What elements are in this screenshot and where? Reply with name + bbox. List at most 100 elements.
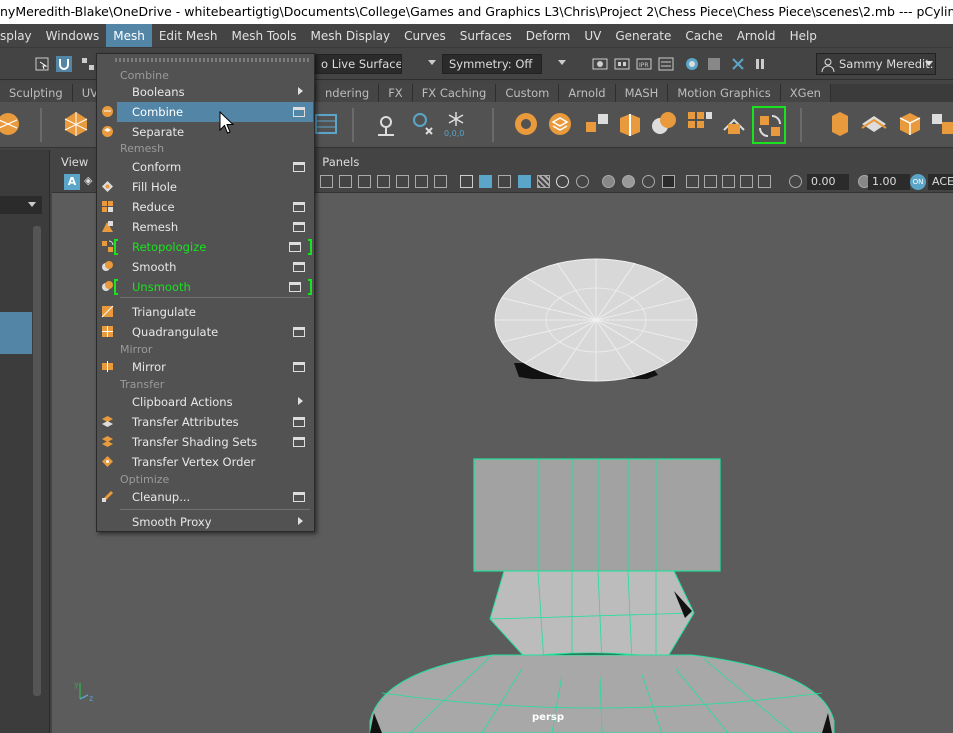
xray-components-icon[interactable] bbox=[740, 175, 753, 188]
menu-item-smooth-proxy[interactable]: Smooth Proxy bbox=[117, 512, 313, 532]
shelf-lasso-icon[interactable] bbox=[512, 110, 540, 138]
menu-mesh-display[interactable]: Mesh Display bbox=[303, 24, 397, 47]
textured-icon[interactable] bbox=[537, 175, 550, 188]
menu-deform[interactable]: Deform bbox=[519, 24, 578, 47]
option-box-icon[interactable] bbox=[293, 202, 305, 212]
shelf-combine-icon[interactable] bbox=[584, 110, 612, 138]
menu-item-cleanup[interactable]: Cleanup... bbox=[117, 487, 313, 507]
shelf-polyhedron-icon[interactable] bbox=[62, 110, 90, 138]
shadows-icon[interactable] bbox=[576, 175, 589, 188]
shelf-snowflake-icon[interactable]: 0,0,0 bbox=[442, 110, 470, 138]
shelf-uv-editor-icon[interactable] bbox=[312, 110, 340, 138]
viewport-menu-view[interactable]: View bbox=[61, 153, 88, 171]
shelf-center-pivot-icon[interactable] bbox=[372, 110, 400, 138]
shelf-sphere-icon[interactable] bbox=[0, 110, 22, 138]
wireframe-on-shaded-icon[interactable] bbox=[498, 175, 511, 188]
option-box-icon[interactable] bbox=[293, 262, 305, 272]
menu-item-smooth[interactable]: Smooth bbox=[117, 257, 313, 277]
render-icon[interactable] bbox=[592, 56, 608, 72]
backface-icon[interactable] bbox=[758, 175, 771, 188]
hypershade-icon[interactable] bbox=[684, 56, 700, 72]
option-box-icon[interactable] bbox=[293, 107, 305, 117]
shelf-tab-sculpting[interactable]: Sculpting bbox=[0, 84, 73, 102]
menu-mesh[interactable]: Mesh bbox=[106, 24, 152, 47]
gamma-field[interactable]: 1.00 bbox=[868, 174, 910, 190]
menu-edit-mesh[interactable]: Edit Mesh bbox=[152, 24, 225, 47]
chevron-down-icon[interactable] bbox=[428, 60, 436, 65]
shelf-layers-icon[interactable] bbox=[546, 110, 574, 138]
disk-mesh[interactable] bbox=[494, 258, 698, 382]
option-box-icon[interactable] bbox=[293, 162, 305, 172]
option-box-icon[interactable] bbox=[293, 417, 305, 427]
shelf-tab-motion-graphics[interactable]: Motion Graphics bbox=[668, 84, 781, 102]
outliner-selected-item[interactable] bbox=[0, 312, 32, 354]
option-box-icon[interactable] bbox=[293, 327, 305, 337]
xray-active-icon[interactable] bbox=[722, 175, 735, 188]
color-management-toggle-icon[interactable]: ON bbox=[910, 174, 926, 190]
menu-item-triangulate[interactable]: Triangulate bbox=[117, 302, 313, 322]
shelf-separate-icon[interactable] bbox=[616, 110, 644, 138]
menu-help[interactable]: Help bbox=[783, 24, 824, 47]
field-chart-icon[interactable] bbox=[396, 175, 409, 188]
grid-icon[interactable] bbox=[320, 175, 333, 188]
shelf-bridge-icon[interactable] bbox=[896, 110, 924, 138]
shelf-grid-icon[interactable] bbox=[686, 110, 714, 138]
exposure-icon[interactable] bbox=[789, 175, 802, 188]
film-gate-icon[interactable] bbox=[339, 175, 352, 188]
resolution-gate-icon[interactable] bbox=[358, 175, 371, 188]
menu-uv[interactable]: UV bbox=[577, 24, 608, 47]
menu-item-transfer-vertex-order[interactable]: Transfer Vertex Order bbox=[117, 452, 313, 472]
tear-off-handle[interactable] bbox=[115, 58, 311, 62]
lighting-icon[interactable] bbox=[556, 175, 569, 188]
option-box-icon[interactable] bbox=[289, 282, 301, 292]
shelf-tab-rendering[interactable]: ndering bbox=[316, 84, 380, 102]
menu-item-unsmooth[interactable]: Unsmooth bbox=[114, 277, 313, 297]
render-sequence-icon[interactable] bbox=[614, 56, 630, 72]
shelf-smooth-icon[interactable] bbox=[720, 110, 748, 138]
select-camera-icon[interactable]: A bbox=[64, 174, 80, 190]
chevron-down-icon[interactable] bbox=[28, 202, 36, 207]
menu-item-remesh[interactable]: Remesh bbox=[117, 217, 313, 237]
symmetry-field[interactable]: Symmetry: Off bbox=[442, 54, 542, 74]
pause-icon[interactable] bbox=[752, 56, 768, 72]
option-box-icon[interactable] bbox=[293, 362, 305, 372]
shelf-retopologize-highlight[interactable] bbox=[752, 106, 786, 144]
ambient-occlusion-icon[interactable] bbox=[602, 175, 615, 188]
motion-blur-icon[interactable] bbox=[622, 175, 635, 188]
color-space-field[interactable]: ACE bbox=[928, 174, 953, 190]
chevron-down-icon[interactable] bbox=[558, 60, 566, 65]
menu-windows[interactable]: Windows bbox=[39, 24, 107, 47]
render-view-icon[interactable] bbox=[706, 56, 722, 72]
menu-item-clipboard-actions[interactable]: Clipboard Actions bbox=[117, 392, 313, 412]
menu-arnold[interactable]: Arnold bbox=[730, 24, 783, 47]
menu-curves[interactable]: Curves bbox=[397, 24, 453, 47]
outliner-scrollbar[interactable] bbox=[33, 226, 41, 696]
shelf-append-icon[interactable] bbox=[930, 110, 953, 138]
menu-display[interactable]: splay bbox=[0, 24, 39, 47]
option-box-icon[interactable] bbox=[293, 222, 305, 232]
live-surface-field[interactable]: o Live Surface bbox=[314, 54, 402, 74]
menu-generate[interactable]: Generate bbox=[608, 24, 678, 47]
shelf-tab-arnold[interactable]: Arnold bbox=[559, 84, 616, 102]
menu-cache[interactable]: Cache bbox=[678, 24, 729, 47]
magnet-icon[interactable] bbox=[56, 56, 72, 72]
shelf-extrude-icon[interactable] bbox=[826, 110, 854, 138]
viewport-menu-panels[interactable]: Panels bbox=[322, 153, 359, 171]
xray-icon[interactable] bbox=[518, 175, 531, 188]
option-box-icon[interactable] bbox=[293, 492, 305, 502]
shelf-tab-custom[interactable]: Custom bbox=[496, 84, 560, 102]
menu-item-transfer-attributes[interactable]: Transfer Attributes bbox=[117, 412, 313, 432]
menu-surfaces[interactable]: Surfaces bbox=[453, 24, 519, 47]
shelf-tab-mash[interactable]: MASH bbox=[615, 84, 669, 102]
menu-item-quadrangulate[interactable]: Quadrangulate bbox=[117, 322, 313, 342]
menu-item-conform[interactable]: Conform bbox=[117, 157, 313, 177]
arnold-render-icon[interactable] bbox=[730, 56, 746, 72]
shelf-bevel-icon[interactable] bbox=[860, 110, 888, 138]
cylinder-mesh-selected[interactable] bbox=[473, 458, 721, 664]
chevron-down-icon[interactable] bbox=[925, 61, 933, 66]
menu-item-reduce[interactable]: Reduce bbox=[117, 197, 313, 217]
smooth-shade-icon[interactable] bbox=[479, 175, 492, 188]
shelf-tab-fx[interactable]: FX bbox=[379, 84, 413, 102]
menu-item-combine[interactable]: Combine bbox=[117, 102, 313, 122]
xray-joints-icon[interactable] bbox=[704, 175, 717, 188]
